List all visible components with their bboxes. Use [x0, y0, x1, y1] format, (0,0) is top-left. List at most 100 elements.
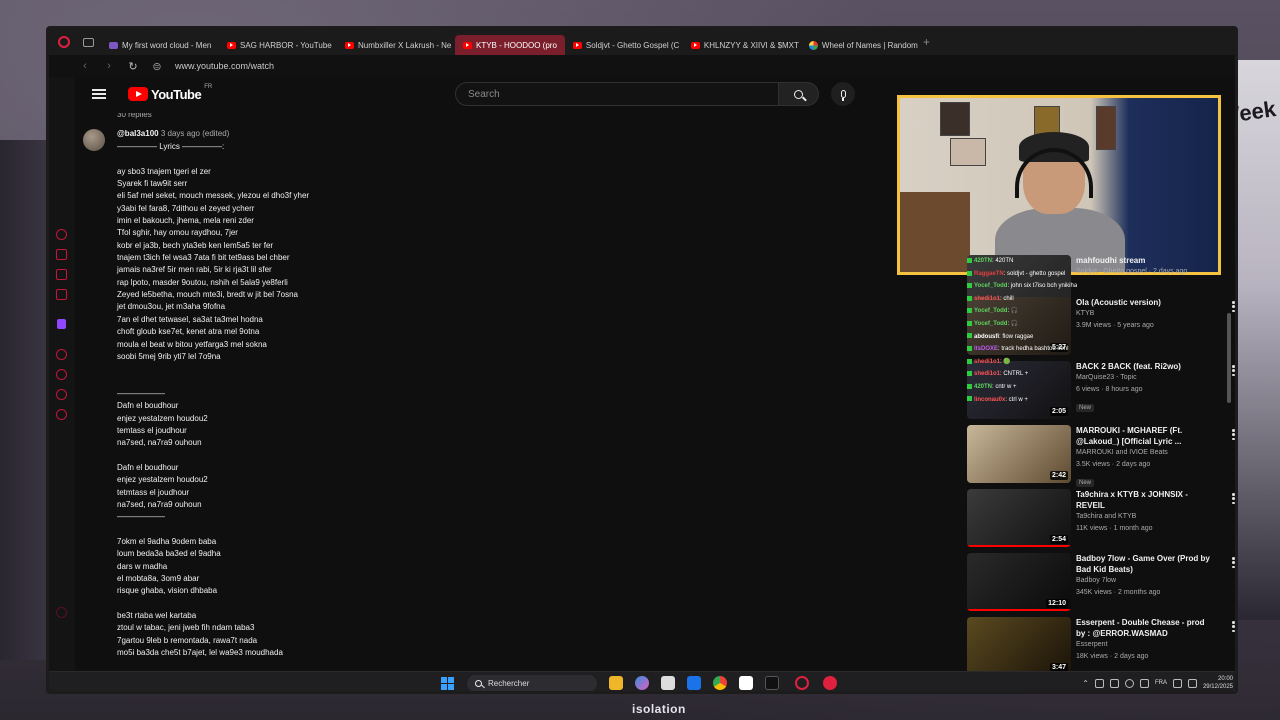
clock[interactable]: 20:00 29/12/2025: [1203, 675, 1233, 691]
browser-tab[interactable]: SAG HARBOR - YouTube: [219, 35, 337, 55]
recommended-video[interactable]: 2:42 MARROUKI - MGHAREF (Ft. @Lakoud_) [O…: [967, 425, 1235, 487]
video-meta: BACK 2 BACK (feat. Ri2wo) MarQuise23 - To…: [1076, 361, 1216, 414]
video-title[interactable]: MARROUKI - MGHAREF (Ft. @Lakoud_) [Offic…: [1076, 425, 1216, 447]
channel-name[interactable]: KTYB: [1076, 308, 1216, 320]
youtube-logo[interactable]: YouTube FR: [128, 84, 212, 102]
windows-start-icon[interactable]: [441, 677, 454, 690]
video-title[interactable]: Esserpent - Double Chease - prod by : @E…: [1076, 617, 1216, 639]
browser-tab[interactable]: KHLNZYY & XIIVI & $MXT: [683, 35, 801, 55]
replies-cutoff[interactable]: 30 replies: [117, 113, 152, 119]
security-icon[interactable]: ⊜: [151, 60, 163, 73]
menu-icon[interactable]: [92, 89, 106, 99]
browser-tab[interactable]: KTYB - HOODOO (pro: [455, 35, 565, 55]
notion-icon[interactable]: [739, 676, 753, 690]
video-title[interactable]: BACK 2 BACK (feat. Ri2wo): [1076, 361, 1216, 372]
comment-line: na7sed, na7ra9 ouhoun: [117, 499, 202, 509]
search-icon: [794, 89, 803, 99]
new-tab-button[interactable]: +: [923, 35, 930, 49]
more-options-icon[interactable]: [1232, 301, 1235, 312]
tray-app-icon[interactable]: [1094, 678, 1104, 688]
channel-name[interactable]: Badboy 7low: [1076, 575, 1216, 587]
sidebar-settings-icon[interactable]: [56, 409, 67, 420]
sidebar-twitch-icon[interactable]: [57, 319, 66, 329]
voice-search-button[interactable]: [831, 82, 855, 106]
video-thumbnail[interactable]: 2:42: [967, 425, 1071, 483]
sidebar-play-icon[interactable]: [56, 349, 67, 360]
sidebar-gx-icon[interactable]: [56, 607, 67, 618]
more-options-icon[interactable]: [1232, 429, 1235, 440]
tray-app-icon-3[interactable]: [1124, 678, 1134, 688]
sidebar-player-icon[interactable]: [56, 269, 67, 280]
language-indicator[interactable]: FRA: [1155, 680, 1167, 686]
volume-icon[interactable]: [1187, 678, 1197, 688]
video-stats: Soldjvt - Ghetto gospel · 2 days ago: [1076, 268, 1188, 275]
capcut-icon[interactable]: [765, 676, 779, 690]
back-arrow-icon[interactable]: ‹: [79, 60, 91, 72]
comment-author[interactable]: @bal3a100: [117, 129, 159, 138]
comment-line: loum beda3a ba3ed el 9adha: [117, 549, 221, 559]
browser-tab[interactable]: Wheel of Names | Random: [801, 35, 919, 55]
channel-name[interactable]: Ta9chira and KTYB: [1076, 511, 1216, 523]
avatar[interactable]: [83, 129, 105, 151]
search-button[interactable]: [779, 82, 819, 106]
comment-line: imin el bakouch, jhema, mela reni zder: [117, 216, 254, 226]
chrome-icon[interactable]: [713, 676, 727, 690]
comment-line: [117, 153, 309, 165]
wifi-icon[interactable]: [1172, 678, 1182, 688]
comment-line: dars w madha: [117, 561, 168, 571]
browser-tab[interactable]: My first word cloud - Men: [101, 35, 219, 55]
comment-line: Zeyed le5betha, mouch mte3i, bredt w jit…: [117, 290, 298, 300]
watch-progress-bar: [967, 609, 1071, 611]
channel-name[interactable]: MarQuise23 - Topic: [1076, 372, 1216, 384]
more-options-icon[interactable]: [1232, 557, 1235, 568]
opera-gx-taskbar-icon[interactable]: [795, 676, 809, 690]
channel-name[interactable]: Esserpent: [1076, 639, 1216, 651]
copilot-icon[interactable]: [635, 676, 649, 690]
search-input[interactable]: Search: [455, 82, 779, 106]
forward-arrow-icon[interactable]: ›: [103, 60, 115, 72]
recommended-video[interactable]: 2:54 Ta9chira x KTYB x JOHNSIX - REVEIL Ta…: [967, 489, 1235, 549]
video-meta: Ola (Acoustic version) KTYB 3.9M views · 5…: [1076, 297, 1216, 332]
page-scrollbar[interactable]: [1227, 313, 1231, 403]
more-options-icon[interactable]: [1232, 493, 1235, 504]
video-title[interactable]: Ola (Acoustic version): [1076, 297, 1216, 308]
tray-app-icon-2[interactable]: [1109, 678, 1119, 688]
comment-date[interactable]: 3 days ago (edited): [161, 129, 230, 138]
video-stats: 3.5K views · 2 days ago: [1076, 461, 1151, 468]
video-thumbnail[interactable]: 12:10: [967, 553, 1071, 611]
chat-message: linconau0x: ctrl w +: [967, 394, 1077, 407]
comment-line: 7an el dhet tetwasel, sa3at ta3mel hodna: [117, 314, 263, 324]
url-field[interactable]: www.youtube.com/watch: [175, 61, 274, 71]
sidebar-gx-corner-icon[interactable]: [56, 249, 67, 260]
tab-overview-icon[interactable]: [81, 35, 95, 49]
sidebar-messenger-icon[interactable]: [56, 289, 67, 300]
video-title[interactable]: Badboy 7low - Game Over (Prod by Bad Kid…: [1076, 553, 1216, 575]
recommended-video[interactable]: 12:10 Badboy 7low - Game Over (Prod by Ba…: [967, 553, 1235, 613]
comment-line: na7sed, na7ra9 ouhoun: [117, 438, 202, 448]
taskbar-search[interactable]: Rechercher: [467, 675, 597, 691]
channel-name[interactable]: MARROUKI and IVIOE Beats: [1076, 447, 1216, 459]
store-icon[interactable]: [661, 676, 675, 690]
mic-tray-icon[interactable]: [1139, 678, 1149, 688]
sidebar-chat-icon[interactable]: [56, 389, 67, 400]
video-title[interactable]: mahfoudhi stream: [1076, 255, 1216, 266]
video-title[interactable]: Ta9chira x KTYB x JOHNSIX - REVEIL: [1076, 489, 1216, 511]
chat-username: linconau0x: [974, 396, 1006, 403]
app-icon[interactable]: [823, 676, 837, 690]
chat-message: shedi1o1: 🟢: [967, 356, 1077, 369]
browser-tab[interactable]: Numbxiller X Lakrush - Ne: [337, 35, 455, 55]
recommended-video[interactable]: 3:47 Esserpent - Double Chease - prod by …: [967, 617, 1235, 679]
video-thumbnail[interactable]: 3:47: [967, 617, 1071, 675]
chevron-up-icon[interactable]: ⌃: [1082, 679, 1089, 688]
reload-icon[interactable]: ↻: [127, 60, 139, 73]
sidebar-history-icon[interactable]: [56, 369, 67, 380]
more-options-icon[interactable]: [1232, 621, 1235, 632]
file-explorer-icon[interactable]: [609, 676, 623, 690]
sidebar-aria-icon[interactable]: [56, 229, 67, 240]
windows-taskbar: Rechercher ⌃ FRA 20:00 29/12/2025: [49, 671, 1235, 691]
more-options-icon[interactable]: [1232, 365, 1235, 376]
outlook-icon[interactable]: [687, 676, 701, 690]
opera-icon[interactable]: [57, 35, 71, 49]
browser-tab[interactable]: Soldjvt - Ghetto Gospel (C: [565, 35, 683, 55]
video-thumbnail[interactable]: 2:54: [967, 489, 1071, 547]
